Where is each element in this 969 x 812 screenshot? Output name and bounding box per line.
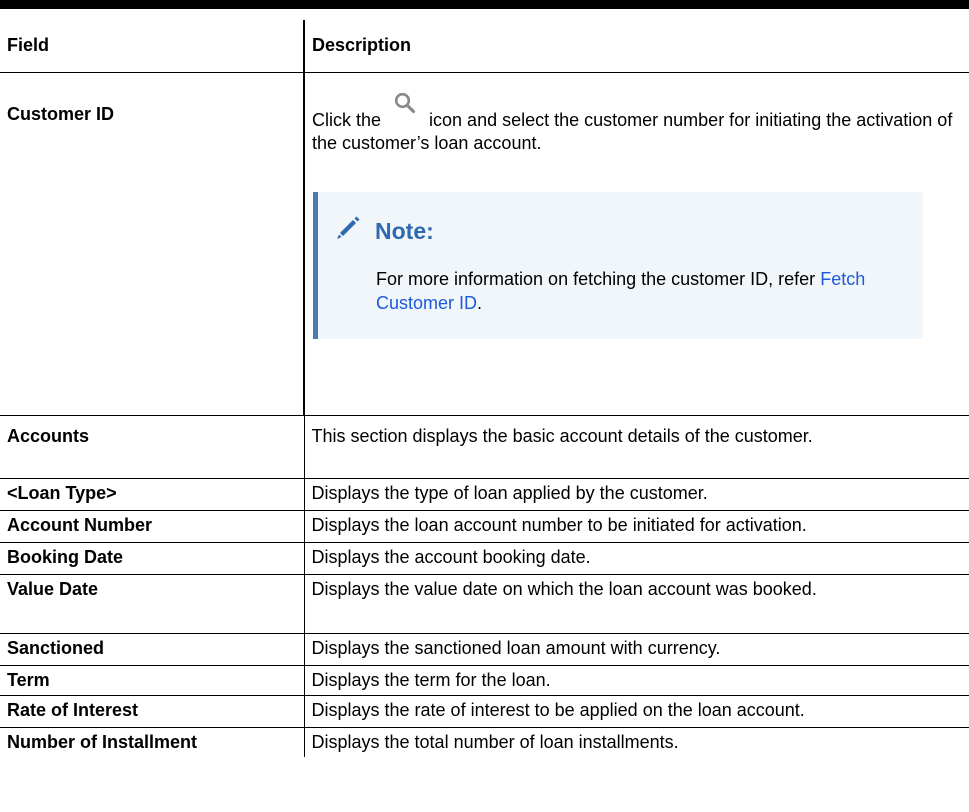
- description-cell: Displays the type of loan applied by the…: [303, 477, 969, 511]
- header-description: Description: [303, 20, 969, 73]
- customer-id-description: Click the icon and select the customer nu…: [312, 92, 962, 156]
- description-cell: Displays the account booking date.: [303, 541, 969, 575]
- description-cell: Displays the sanctioned loan amount with…: [303, 632, 969, 666]
- field-name: <Loan Type>: [0, 477, 305, 511]
- field-name: Number of Installment: [0, 726, 305, 757]
- note-header: Note:: [334, 214, 909, 250]
- table-row-rate-of-interest: Rate of Interest Displays the rate of in…: [0, 694, 969, 728]
- note-text-end: .: [477, 292, 483, 313]
- field-description-table: Field Description Customer ID Click the i…: [0, 20, 969, 757]
- description-cell: This section displays the basic account …: [303, 414, 969, 479]
- field-name: Accounts: [0, 414, 305, 479]
- note-title: Note:: [375, 218, 434, 245]
- table-row-term: Term Displays the term for the loan.: [0, 664, 969, 696]
- description-cell: Displays the total number of loan instal…: [303, 726, 969, 757]
- table-row-number-of-installment: Number of Installment Displays the total…: [0, 726, 969, 757]
- note-text: For more information on fetching the cus…: [376, 269, 816, 290]
- description-cell: Displays the loan account number to be i…: [303, 509, 969, 543]
- field-name: Booking Date: [0, 541, 305, 575]
- table-header-row: Field Description: [0, 20, 969, 73]
- header-field: Field: [0, 20, 305, 73]
- table-row-customer-id: Customer ID Click the icon and select the…: [0, 71, 969, 416]
- pencil-icon: [334, 214, 362, 250]
- description-cell: Displays the term for the loan.: [303, 664, 969, 696]
- field-name: Customer ID: [0, 71, 305, 416]
- field-name: Rate of Interest: [0, 694, 305, 728]
- field-name: Sanctioned: [0, 632, 305, 666]
- description-cell: Displays the rate of interest to be appl…: [303, 694, 969, 728]
- description-cell: Displays the value date on which the loa…: [303, 573, 969, 634]
- table-row-accounts: Accounts This section displays the basic…: [0, 414, 969, 479]
- note-body: For more information on fetching the cus…: [334, 268, 909, 315]
- search-icon: [389, 92, 421, 129]
- table-row-loan-type: <Loan Type> Displays the type of loan ap…: [0, 477, 969, 511]
- description-cell: Click the icon and select the customer nu…: [303, 71, 969, 416]
- description-text: Click the: [312, 109, 382, 130]
- top-rule: [0, 0, 969, 9]
- note-callout: Note: For more information on fetching t…: [313, 192, 923, 340]
- table-row-account-number: Account Number Displays the loan account…: [0, 509, 969, 543]
- table-row-sanctioned: Sanctioned Displays the sanctioned loan …: [0, 632, 969, 666]
- field-name: Account Number: [0, 509, 305, 543]
- table-row-booking-date: Booking Date Displays the account bookin…: [0, 541, 969, 575]
- field-name: Term: [0, 664, 305, 696]
- table-row-value-date: Value Date Displays the value date on wh…: [0, 573, 969, 634]
- field-name: Value Date: [0, 573, 305, 634]
